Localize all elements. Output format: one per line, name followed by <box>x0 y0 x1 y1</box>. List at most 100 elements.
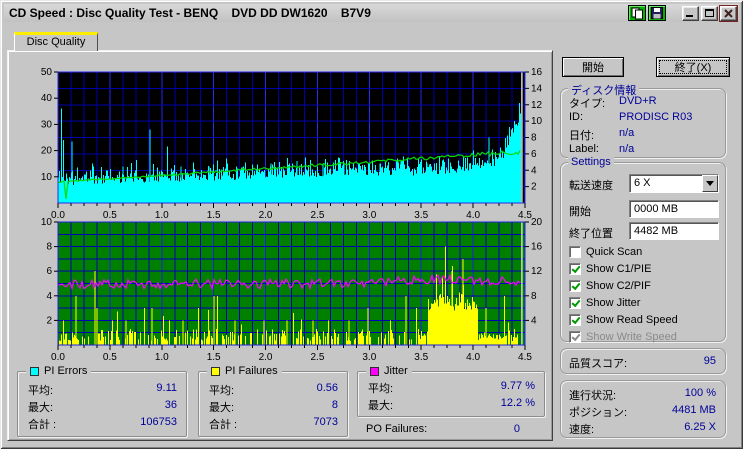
svg-text:40: 40 <box>41 93 53 104</box>
copy-pages-glyph <box>631 7 643 19</box>
svg-text:12: 12 <box>531 266 543 277</box>
checkbox-show-c2-pif[interactable]: Show C2/PIF <box>569 279 651 293</box>
checkbox-show-read-speed[interactable]: Show Read Speed <box>569 313 678 327</box>
po-failures-label: PO Failures: <box>366 423 428 435</box>
app-window: CD Speed : Disc Quality Test - BENQ DVD … <box>0 0 743 449</box>
end-position-field[interactable] <box>629 222 719 240</box>
svg-text:2.0: 2.0 <box>259 352 273 363</box>
pi-errors-total-label: 合計 : <box>28 419 57 431</box>
window-titlebar[interactable]: CD Speed : Disc Quality Test - BENQ DVD … <box>4 4 739 22</box>
pi-errors-panel: PI Errors 平均: 9.11 最大: 36 合計 : 106753 <box>17 365 187 437</box>
svg-text:6: 6 <box>531 149 537 160</box>
arrow-down-glyph <box>706 181 714 186</box>
checkbox-box <box>569 263 581 275</box>
svg-text:30: 30 <box>41 119 53 130</box>
progress-label: 進行状況: <box>569 390 617 402</box>
svg-text:4: 4 <box>531 165 537 176</box>
settings-group: Settings 転送速度 6 X 開始 終了位置 Quick Scan Sho… <box>560 156 726 344</box>
progress-value: 100 % <box>684 387 716 399</box>
window-title: CD Speed : Disc Quality Test - BENQ DVD … <box>9 6 371 20</box>
checkbox-box <box>569 314 581 326</box>
jitter-title: Jitter <box>384 365 408 377</box>
disc-date-label: 日付: <box>569 130 595 142</box>
svg-text:10: 10 <box>41 172 53 183</box>
jitter-avg-label: 平均: <box>368 383 394 395</box>
position-label: ポジション: <box>569 407 628 419</box>
svg-text:2: 2 <box>46 315 52 326</box>
jitter-max-label: 最大: <box>368 400 394 412</box>
close-button[interactable] <box>720 5 737 21</box>
svg-text:4.5: 4.5 <box>518 352 532 363</box>
end-position-label: 終了位置 <box>569 228 613 240</box>
po-failures-value: 0 <box>513 423 520 435</box>
exit-button[interactable]: 終了(X) <box>656 57 730 77</box>
disc-id-label: ID: <box>569 111 584 123</box>
svg-text:20: 20 <box>41 146 53 157</box>
floppy-glyph <box>651 7 663 19</box>
speed-select[interactable]: 6 X <box>629 174 719 193</box>
svg-text:8: 8 <box>531 291 537 302</box>
close-icon <box>724 8 733 18</box>
svg-text:2: 2 <box>531 182 537 193</box>
maximize-button[interactable] <box>701 5 718 21</box>
start-position-label: 開始 <box>569 206 591 218</box>
save-icon[interactable] <box>648 5 666 21</box>
tab-disc-quality[interactable]: Disc Quality <box>14 32 98 51</box>
pi-errors-avg-value: 9.11 <box>156 382 177 394</box>
speed-readout-value: 6.25 X <box>684 421 716 433</box>
pi-errors-avg-label: 平均: <box>28 385 54 397</box>
speed-value: 6 X <box>634 177 651 189</box>
svg-text:6: 6 <box>46 266 52 277</box>
svg-text:16: 16 <box>531 242 543 253</box>
copy-icon[interactable] <box>628 5 646 21</box>
checkbox-show-jitter[interactable]: Show Jitter <box>569 296 640 310</box>
disc-type-value: DVD+R <box>619 95 657 107</box>
checkbox-show-write-speed: Show Write Speed <box>569 330 677 344</box>
position-value: 4481 MB <box>671 404 716 416</box>
speed-readout-label: 速度: <box>569 424 595 436</box>
checkbox-box <box>569 297 581 309</box>
tab-label: Disc Quality <box>26 36 86 48</box>
svg-text:1.5: 1.5 <box>207 352 221 363</box>
po-failures-row: PO Failures: 0 <box>366 423 520 435</box>
jitter-max-value: 12.2 % <box>500 397 535 409</box>
svg-text:4: 4 <box>531 315 537 326</box>
pi-errors-speed-chart: 10203040502468101214160.0 0.5 1.0 1.5 2.0 2.5… <box>41 67 543 220</box>
svg-text:3.5: 3.5 <box>414 352 428 363</box>
pi-failures-swatch <box>211 366 220 376</box>
jitter-avg-value: 9.77 % <box>500 380 535 392</box>
quality-score-value: 95 <box>703 355 716 367</box>
checkbox-box <box>569 280 581 292</box>
pi-errors-swatch <box>30 366 39 376</box>
svg-text:8: 8 <box>46 242 52 253</box>
start-position-field[interactable] <box>629 200 719 218</box>
chevron-down-icon[interactable] <box>702 175 718 192</box>
svg-text:20: 20 <box>531 217 543 228</box>
start-button[interactable]: 開始 <box>562 57 624 77</box>
svg-text:16: 16 <box>531 67 543 78</box>
disc-label-value: n/a <box>619 143 635 155</box>
disc-info-group: ディスク情報 タイプ: DVD+R ID: PRODISC R03 日付: n/… <box>560 82 726 158</box>
checkbox-box <box>569 246 581 258</box>
progress-group: 進行状況: 100 % ポジション: 4481 MB 速度: 6.25 X <box>560 380 726 438</box>
svg-text:1.0: 1.0 <box>155 352 169 363</box>
disc-label-label: Label: <box>569 143 599 155</box>
checkbox-show-c1-pie[interactable]: Show C1/PIE <box>569 262 651 276</box>
minimize-button[interactable] <box>682 5 699 21</box>
checkbox-quick-scan[interactable]: Quick Scan <box>569 245 642 259</box>
disc-type-label: タイプ: <box>569 98 606 110</box>
checkbox-box <box>569 331 581 343</box>
pi-failures-max-value: 8 <box>331 399 338 411</box>
pi-failures-max-label: 最大: <box>209 402 235 414</box>
quality-score-label: 品質スコア: <box>569 358 628 370</box>
jitter-panel: Jitter 平均: 9.77 % 最大: 12.2 % <box>357 365 545 417</box>
svg-text:12: 12 <box>531 100 543 111</box>
quality-score-group: 品質スコア: 95 <box>560 348 726 374</box>
pi-errors-title: PI Errors <box>44 365 88 377</box>
svg-text:0.0: 0.0 <box>51 352 65 363</box>
pi-failures-panel: PI Failures 平均: 0.56 最大: 8 合計 : 7073 <box>198 365 348 437</box>
pi-failures-title: PI Failures <box>225 365 278 377</box>
svg-text:3.0: 3.0 <box>362 352 376 363</box>
svg-text:50: 50 <box>41 67 53 78</box>
svg-text:10: 10 <box>531 116 543 127</box>
